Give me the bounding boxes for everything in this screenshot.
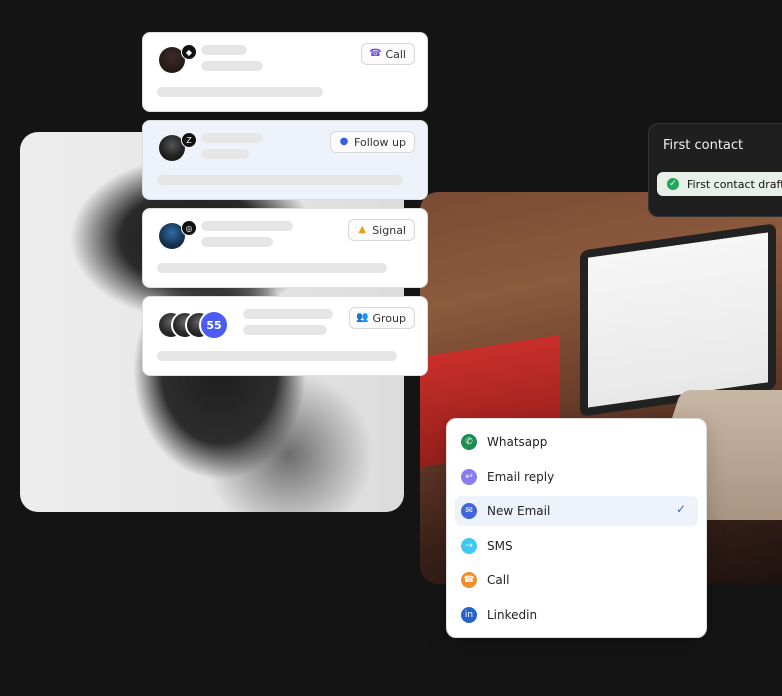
activity-card-group[interactable]: 55 👥 Group	[142, 296, 428, 376]
menu-item-label: New Email	[487, 504, 551, 518]
placeholder-line	[157, 263, 387, 273]
placeholder-line	[201, 149, 249, 159]
activity-card-signal[interactable]: ◎ ▲ Signal	[142, 208, 428, 288]
placeholder-line	[243, 325, 327, 335]
bell-icon: ▲	[358, 224, 367, 235]
phone-icon: ☎	[369, 48, 382, 59]
linkedin-icon: in	[461, 607, 477, 623]
first-contact-title: First contact	[663, 138, 744, 153]
email-icon: ✉	[461, 503, 477, 519]
check-icon: ✓	[676, 502, 687, 516]
check-circle-icon: ✓	[667, 178, 679, 190]
menu-item-label: Call	[487, 573, 510, 587]
canvas: First contact ✓ First contact draft wa ◆…	[0, 0, 782, 696]
activity-card-follow-up[interactable]: Z ● Follow up	[142, 120, 428, 200]
group-tag-label: Group	[372, 311, 407, 325]
first-contact-status: ✓ First contact draft wa	[657, 172, 782, 196]
follow-up-tag-label: Follow up	[354, 135, 406, 149]
call-tag[interactable]: ☎ Call	[361, 43, 415, 65]
menu-item-sms[interactable]: → SMS	[455, 531, 698, 561]
menu-item-label: Linkedin	[487, 608, 538, 622]
signal-tag-label: Signal	[372, 223, 406, 237]
menu-item-label: SMS	[487, 539, 513, 553]
placeholder-line	[157, 87, 323, 97]
call-tag-label: Call	[385, 47, 406, 61]
menu-item-call[interactable]: ☎ Call	[455, 565, 698, 595]
menu-item-label: Whatsapp	[487, 435, 548, 449]
whatsapp-icon: ✆	[461, 434, 477, 450]
phone-icon: ☎	[461, 572, 477, 588]
menu-item-linkedin[interactable]: in Linkedin	[455, 600, 698, 630]
channel-menu[interactable]: ✆ Whatsapp ↩ Email reply ✉ New Email ✓ →…	[446, 418, 707, 638]
group-count-badge: 55	[199, 310, 229, 340]
menu-item-new-email[interactable]: ✉ New Email ✓	[455, 496, 698, 526]
menu-item-label: Email reply	[487, 470, 555, 484]
placeholder-line	[157, 175, 403, 185]
first-contact-status-text: First contact draft wa	[687, 177, 782, 191]
first-contact-card: First contact ✓ First contact draft wa	[648, 123, 782, 217]
sms-icon: →	[461, 538, 477, 554]
activity-card-call[interactable]: ◆ ☎ Call	[142, 32, 428, 112]
follow-up-icon: ●	[339, 136, 349, 147]
placeholder-line	[201, 133, 263, 143]
placeholder-line	[201, 61, 263, 71]
menu-item-email-reply[interactable]: ↩ Email reply	[455, 462, 698, 492]
signal-tag[interactable]: ▲ Signal	[348, 219, 415, 241]
group-tag[interactable]: 👥 Group	[348, 307, 415, 329]
laptop-screen-image	[580, 223, 776, 417]
source-badge-icon: ◎	[181, 220, 197, 236]
follow-up-tag[interactable]: ● Follow up	[330, 131, 415, 153]
placeholder-line	[201, 45, 247, 55]
placeholder-line	[201, 237, 273, 247]
menu-item-whatsapp[interactable]: ✆ Whatsapp	[455, 427, 698, 457]
source-badge-icon: Z	[181, 132, 197, 148]
group-count: 55	[206, 318, 222, 332]
source-badge-icon: ◆	[181, 44, 197, 60]
group-icon: 👥	[356, 312, 369, 323]
placeholder-line	[243, 309, 333, 319]
placeholder-line	[201, 221, 293, 231]
placeholder-line	[157, 351, 397, 361]
reply-icon: ↩	[461, 469, 477, 485]
